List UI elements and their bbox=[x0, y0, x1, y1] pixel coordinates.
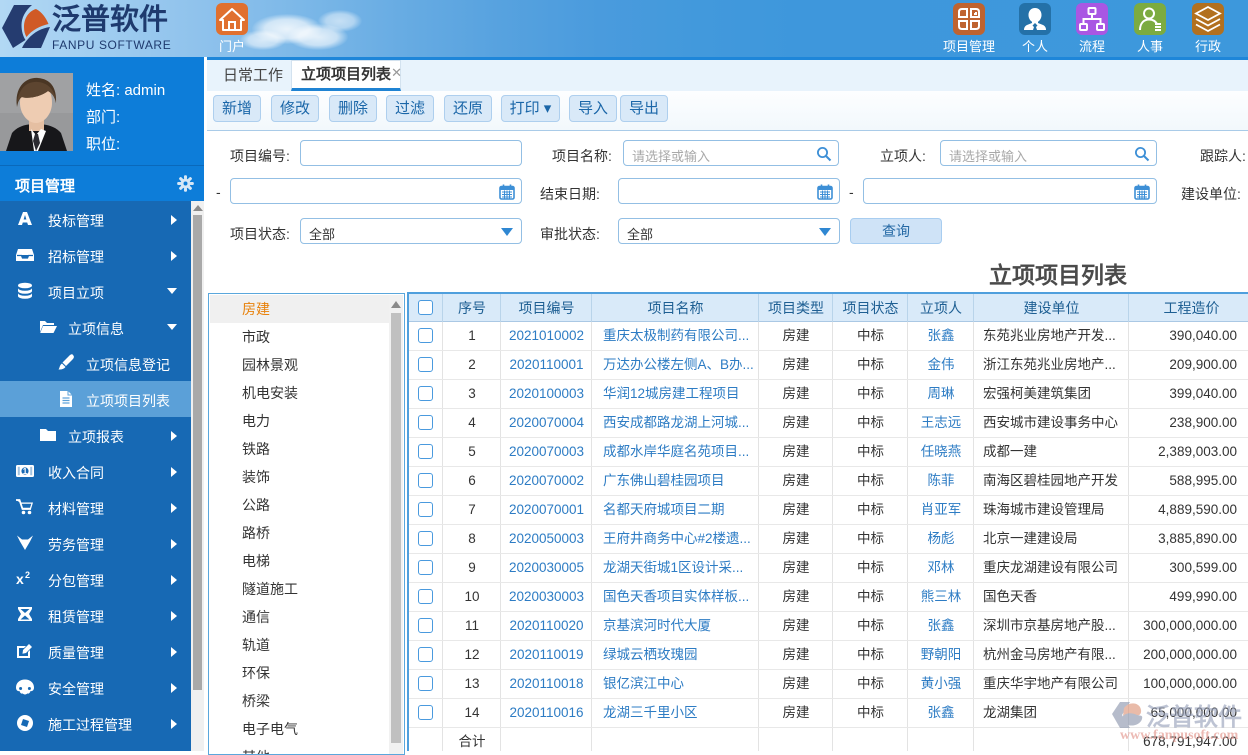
svg-text:x: x bbox=[16, 571, 24, 587]
svg-text:www.fanpusoft.com: www.fanpusoft.com bbox=[1120, 728, 1239, 743]
svg-text:泛普软件: 泛普软件 bbox=[1146, 703, 1242, 731]
svg-text:2: 2 bbox=[25, 570, 30, 580]
svg-text:1: 1 bbox=[23, 467, 28, 476]
